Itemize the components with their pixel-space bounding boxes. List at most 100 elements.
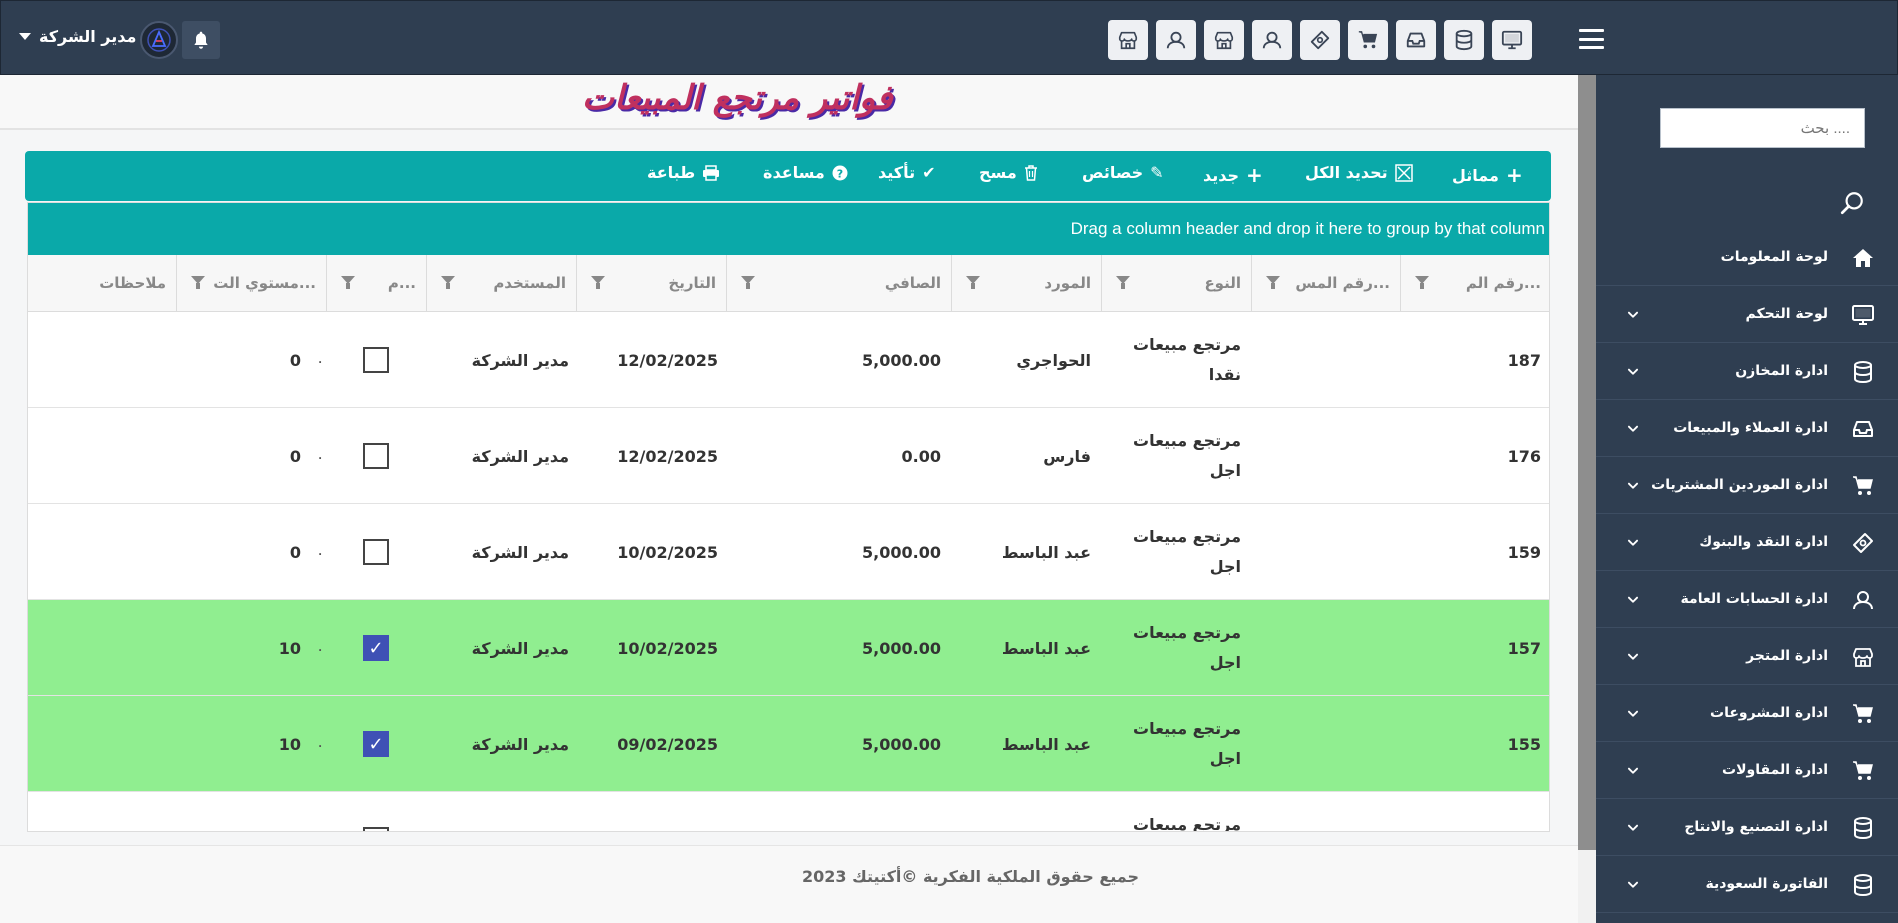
cell-date: 12/02/2025 (617, 350, 718, 370)
menu-toggle-button[interactable] (1579, 29, 1604, 49)
row-checkbox[interactable]: ✓ (363, 731, 389, 757)
cell-id: 153 (1400, 792, 1541, 832)
column-header-user[interactable]: المستخدم (426, 255, 576, 312)
cell-user: مدير الشركة (471, 542, 569, 562)
delete-button[interactable]: مسح (979, 163, 1038, 182)
plus-icon: + (1246, 163, 1263, 187)
sidebar-item-saudi-invoice[interactable]: الفاتورة السعودية (1596, 856, 1898, 913)
column-header-type[interactable]: النوع (1101, 255, 1251, 312)
money-icon[interactable] (1300, 20, 1340, 60)
filter-icon[interactable] (966, 276, 980, 289)
sidebar-item-suppliers-purchases[interactable]: ادارة الموردين المشتريات (1596, 457, 1898, 514)
cell-supplier: عبد الباسط (1001, 734, 1091, 754)
sidebar-item-cash-banks[interactable]: ادارة النقد والبنوك (1596, 514, 1898, 571)
print-button[interactable]: طباعة (647, 163, 720, 182)
chevron-down-icon (1626, 878, 1640, 892)
cart-icon[interactable] (1348, 20, 1388, 60)
group-panel[interactable]: Drag a column header and drop it here to… (28, 203, 1549, 255)
cell-date: 09/02/2025 (617, 734, 718, 754)
column-header-net[interactable]: الصافي (726, 255, 951, 312)
cell-notes (28, 312, 166, 408)
column-header-date[interactable]: التاريخ (576, 255, 726, 312)
notifications-button[interactable] (182, 21, 220, 59)
cell-level: 0 (176, 792, 301, 832)
properties-button[interactable]: خصائص ✎ (1082, 163, 1164, 182)
table-row[interactable]: 157 مرتجع مبيعات اجل عبد الباسط 5,000.00 10/… (28, 600, 1549, 696)
sidebar-item-label: ادارة النقد والبنوك (1699, 534, 1828, 550)
column-header-m[interactable]: م... (326, 255, 426, 312)
cell-supplier: عبد الباسط (1001, 638, 1091, 658)
caret-down-icon (19, 33, 31, 40)
database-icon (1850, 359, 1876, 385)
question-circle-icon: ? (832, 165, 848, 180)
column-header-supplier[interactable]: المورد (951, 255, 1101, 312)
filter-icon[interactable] (1415, 276, 1429, 289)
avatar[interactable] (140, 21, 178, 59)
table-row[interactable]: 187 مرتجع مبيعات نقدا الحواجري 5,000.00 12/0… (28, 312, 1549, 408)
user-menu[interactable]: مدير الشركة (19, 27, 136, 46)
pencil-icon: ✎ (1150, 163, 1164, 182)
filter-icon[interactable] (191, 276, 205, 289)
inbox-icon[interactable] (1396, 20, 1436, 60)
search-icon[interactable] (1839, 190, 1865, 216)
select-all-button[interactable]: تحديد الكل (1305, 163, 1413, 182)
sidebar-item-general-accounts[interactable]: ادارة الحسابات العامة (1596, 571, 1898, 628)
column-header-level[interactable]: مستوي الت... (176, 255, 326, 312)
database-icon[interactable] (1444, 20, 1484, 60)
sidebar-item-contracting[interactable]: ادارة المقاولات (1596, 742, 1898, 799)
help-label: مساعدة (763, 163, 825, 182)
monitor-icon[interactable] (1492, 20, 1532, 60)
confirm-button[interactable]: تأكيد ✔ (878, 163, 936, 182)
cell-level: 0 (289, 350, 301, 370)
quick-access-toolbar (1108, 20, 1532, 60)
new-button[interactable]: جديد + (1203, 163, 1263, 187)
row-checkbox[interactable]: ✓ (363, 635, 389, 661)
row-checkbox[interactable] (363, 827, 389, 831)
column-header-ref[interactable]: رقم المس... (1251, 255, 1400, 312)
cell-supplier: عبد الباسط (951, 792, 1091, 832)
row-checkbox[interactable] (363, 443, 389, 469)
column-header-notes[interactable]: ملاحظات (28, 255, 176, 312)
store-icon[interactable] (1108, 20, 1148, 60)
scrollbar-thumb[interactable] (1578, 75, 1596, 850)
table-row[interactable]: 153 مرتجع مبيعات نقدا عبد الباسط0.0009/02/… (28, 792, 1549, 832)
row-checkbox[interactable] (363, 539, 389, 565)
cell-m: ✓ (326, 696, 426, 792)
cell-notes (28, 408, 166, 504)
sidebar-item-manufacturing[interactable]: ادارة التصنيع والانتاج (1596, 799, 1898, 856)
bell-icon (191, 30, 211, 50)
page-scrollbar[interactable] (1578, 75, 1596, 923)
store-icon[interactable] (1204, 20, 1244, 60)
sidebar-item-control-panel[interactable]: لوحة التحكم (1596, 286, 1898, 343)
sidebar-item-warehouses[interactable]: ادارة المخازن (1596, 343, 1898, 400)
sidebar-item-projects[interactable]: ادارة المشروعات (1596, 685, 1898, 742)
filter-icon[interactable] (1266, 276, 1280, 289)
similar-button[interactable]: مماثل + (1452, 163, 1523, 187)
table-row[interactable]: 159 مرتجع مبيعات اجل عبد الباسط 5,000.00 10/… (28, 504, 1549, 600)
row-checkbox[interactable] (363, 347, 389, 373)
sidebar-item-label: الفاتورة السعودية (1705, 876, 1828, 892)
user-icon[interactable] (1252, 20, 1292, 60)
cell-net: 5,000.00 (862, 542, 941, 562)
sidebar-item-store[interactable]: ادارة المتجر (1596, 628, 1898, 685)
delete-label: مسح (979, 163, 1017, 182)
confirm-label: تأكيد (878, 163, 916, 182)
help-button[interactable]: مساعدة ? (763, 163, 848, 182)
sidebar-search-input[interactable] (1660, 108, 1865, 148)
sidebar-item-label: ادارة المتجر (1746, 648, 1828, 664)
column-header-id[interactable]: رقم الم... (1400, 255, 1549, 312)
plus-icon: + (1505, 163, 1523, 187)
table-row[interactable]: 176 مرتجع مبيعات اجل فارس 0.00 12/02/2025 مدي… (28, 408, 1549, 504)
filter-icon[interactable] (741, 276, 755, 289)
sidebar-item-customers-sales[interactable]: ادارة العملاء والمبيعات (1596, 400, 1898, 457)
filter-icon[interactable] (341, 276, 355, 289)
user-icon[interactable] (1156, 20, 1196, 60)
table-row[interactable]: 155 مرتجع مبيعات اجل عبد الباسط 5,000.00 09/… (28, 696, 1549, 792)
filter-icon[interactable] (1116, 276, 1130, 289)
logo-icon (147, 28, 171, 52)
filter-icon[interactable] (441, 276, 455, 289)
sidebar-item-dashboard[interactable]: لوحة المعلومات (1596, 229, 1898, 286)
filter-icon[interactable] (591, 276, 605, 289)
cell-user: مدير الشركة (471, 638, 569, 658)
cell-date: 10/02/2025 (617, 638, 718, 658)
